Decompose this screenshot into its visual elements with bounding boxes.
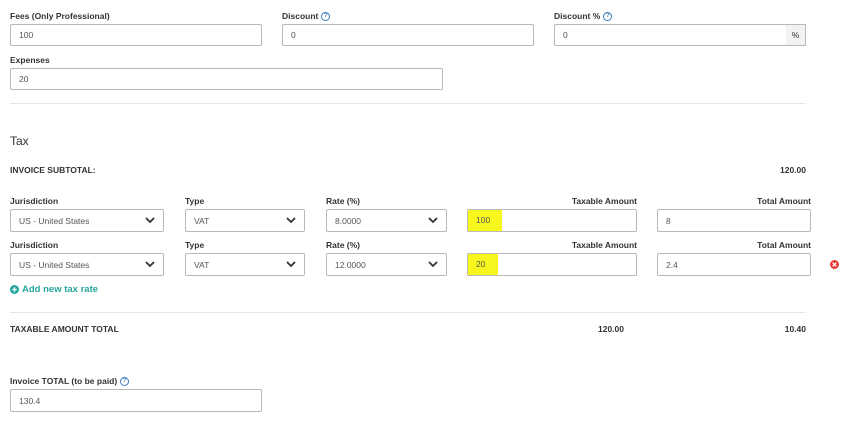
total-amount-value: 8 — [666, 215, 671, 226]
expenses-value: 20 — [19, 74, 29, 84]
jurisdiction-value: US - United States — [19, 215, 90, 226]
total-amount-label: Total Amount — [757, 196, 811, 206]
type-value: VAT — [194, 259, 210, 270]
total-amount-input[interactable]: 8 — [657, 209, 811, 232]
discount-label: Discount — [282, 11, 319, 21]
type-select[interactable]: VAT — [185, 253, 305, 276]
tax-heading: Tax — [10, 134, 29, 148]
invoice-total-label-wrap: Invoice TOTAL (to be paid)? — [10, 376, 130, 387]
chevron-down-icon — [145, 216, 155, 226]
discount-value: 0 — [291, 30, 296, 40]
total-amount-label: Total Amount — [757, 240, 811, 250]
discount-input[interactable]: 0 — [282, 24, 534, 46]
taxable-amount-value: 100 — [468, 210, 502, 231]
taxable-amount-input[interactable]: 20 — [467, 253, 637, 276]
taxable-amount-input[interactable]: 100 — [467, 209, 637, 232]
discount-pct-label-wrap: Discount %? — [554, 11, 613, 22]
expenses-label: Expenses — [10, 55, 50, 65]
invoice-total-label: Invoice TOTAL (to be paid) — [10, 376, 118, 386]
type-value: VAT — [194, 215, 210, 226]
type-select[interactable]: VAT — [185, 209, 305, 232]
chevron-down-icon — [286, 216, 296, 226]
invoice-total-input[interactable]: 130.4 — [10, 389, 262, 412]
discount-pct-value: 0 — [563, 30, 568, 40]
jurisdiction-select[interactable]: US - United States — [10, 209, 164, 232]
discount-pct-help-icon[interactable]: ? — [603, 12, 613, 22]
tax-total-value: 10.40 — [784, 324, 806, 334]
total-amount-value: 2.4 — [666, 259, 678, 270]
fees-input[interactable]: 100 — [10, 24, 262, 46]
jurisdiction-label: Jurisdiction — [10, 196, 59, 206]
invoice-total-help-icon[interactable]: ? — [120, 377, 130, 387]
taxable-total-value: 120.00 — [598, 324, 624, 334]
invoice-subtotal-label: INVOICE SUBTOTAL: — [10, 165, 96, 175]
total-amount-input[interactable]: 2.4 — [657, 253, 811, 276]
rate-label: Rate (%) — [326, 196, 361, 206]
divider — [10, 312, 805, 313]
taxable-amount-label: Taxable Amount — [571, 196, 637, 206]
expenses-input[interactable]: 20 — [10, 68, 443, 90]
add-tax-rate-label: Add new tax rate — [22, 284, 99, 295]
rate-label: Rate (%) — [326, 240, 361, 250]
discount-pct-label: Discount % — [554, 11, 601, 21]
chevron-down-icon — [428, 260, 438, 270]
rate-select[interactable]: 8.0000 — [326, 209, 447, 232]
chevron-down-icon — [428, 216, 438, 226]
divider — [10, 103, 805, 104]
rate-select[interactable]: 12.0000 — [326, 253, 447, 276]
plus-circle-icon — [10, 285, 19, 294]
type-label: Type — [185, 196, 205, 206]
fees-value: 100 — [19, 30, 34, 40]
taxable-total-label: TAXABLE AMOUNT TOTAL — [10, 324, 119, 334]
rate-value: 12.0000 — [335, 259, 366, 270]
taxable-amount-label: Taxable Amount — [571, 240, 637, 250]
jurisdiction-select[interactable]: US - United States — [10, 253, 164, 276]
rate-value: 8.0000 — [335, 215, 361, 226]
fees-label: Fees (Only Professional) — [10, 11, 110, 21]
jurisdiction-value: US - United States — [19, 259, 90, 270]
discount-label-wrap: Discount? — [282, 11, 331, 22]
percent-addon: % — [786, 24, 806, 46]
invoice-subtotal-value: 120.00 — [780, 165, 806, 175]
jurisdiction-label: Jurisdiction — [10, 240, 59, 250]
discount-pct-input[interactable]: 0 — [554, 24, 787, 46]
taxable-amount-value: 20 — [468, 254, 498, 275]
remove-row-icon[interactable] — [830, 256, 839, 274]
type-label: Type — [185, 240, 205, 250]
chevron-down-icon — [286, 260, 296, 270]
discount-help-icon[interactable]: ? — [321, 12, 331, 22]
add-tax-rate-button[interactable]: Add new tax rate — [10, 284, 98, 295]
chevron-down-icon — [145, 260, 155, 270]
invoice-total-value: 130.4 — [19, 395, 41, 406]
